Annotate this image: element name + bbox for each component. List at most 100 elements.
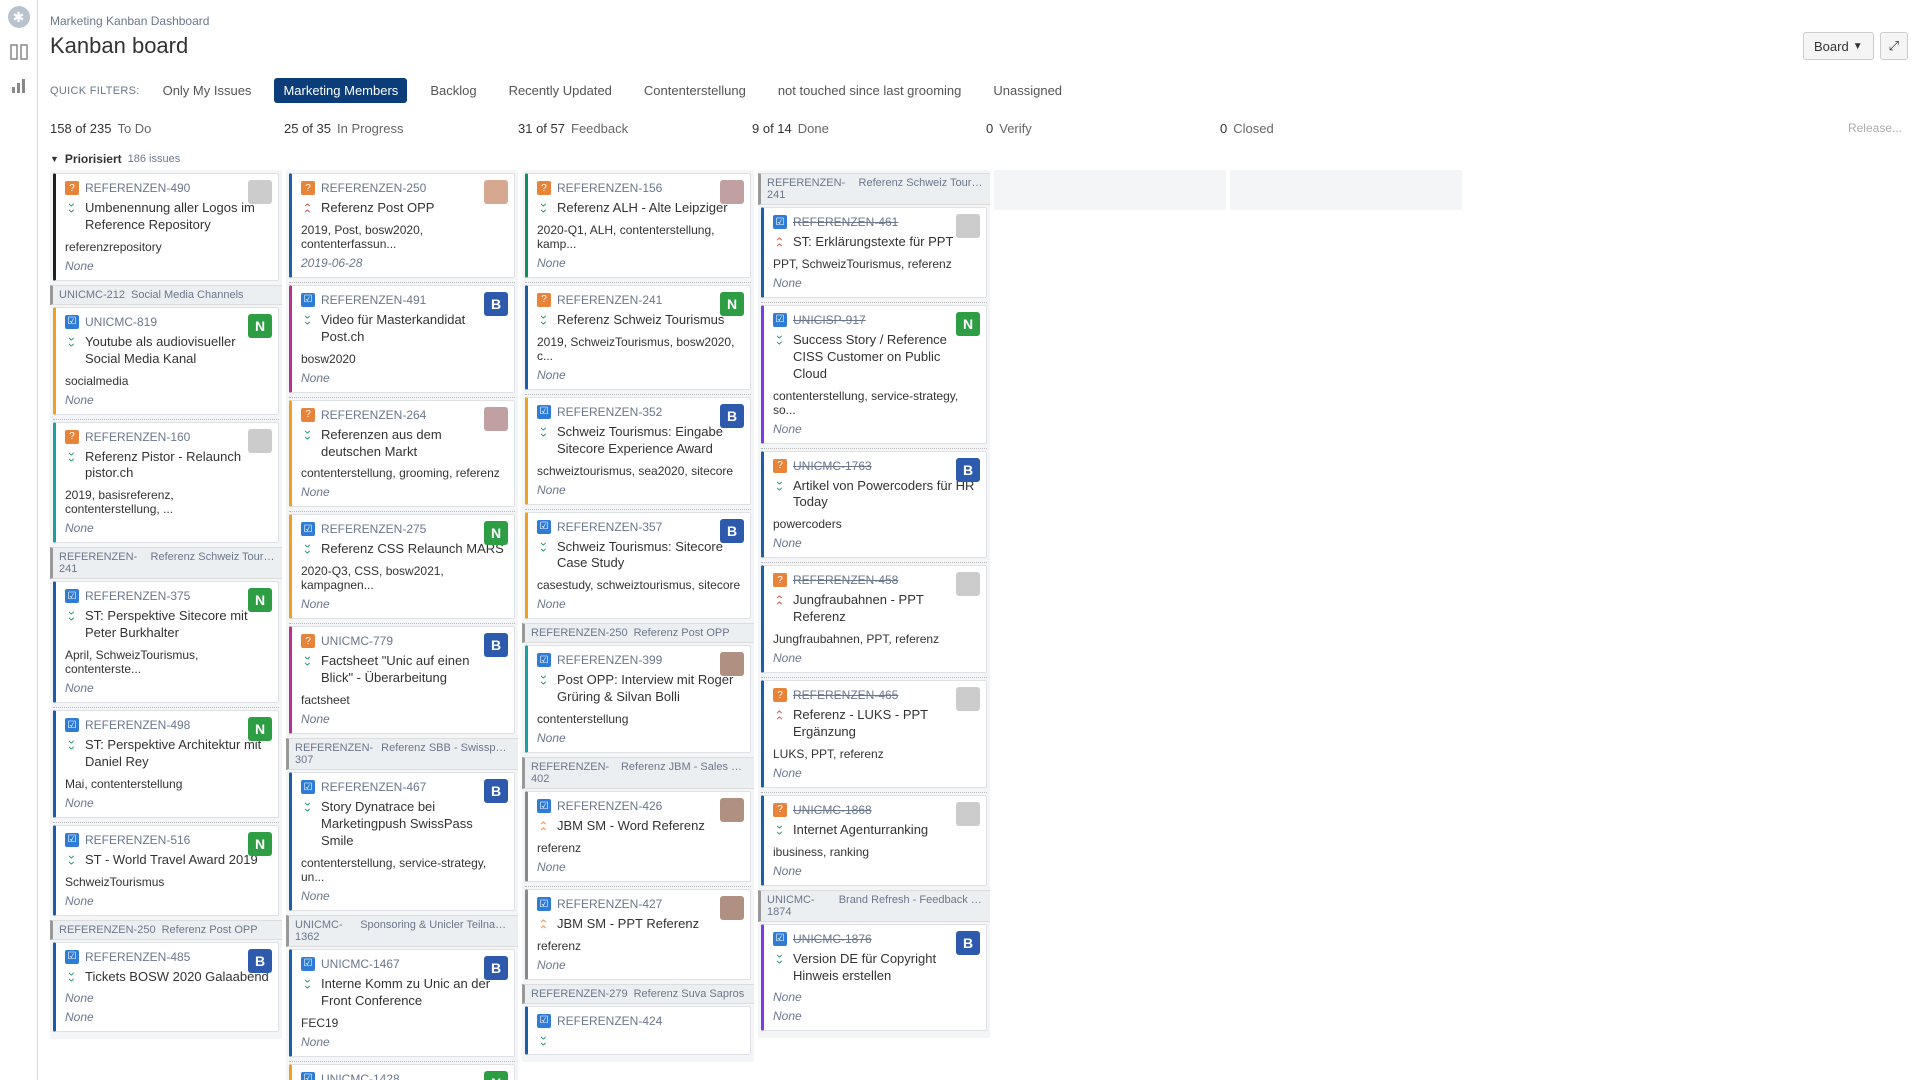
issue-key[interactable]: UNICMC-1467	[321, 957, 400, 971]
issue-key[interactable]: REFERENZEN-241	[557, 293, 662, 307]
assignee-avatar[interactable]: N	[248, 832, 272, 856]
issue-card[interactable]: ☑REFERENZEN-491Video für Masterkandidat …	[289, 285, 515, 393]
issue-card[interactable]: ☑REFERENZEN-498ST: Perspektive Architekt…	[53, 710, 279, 818]
issue-card[interactable]: ☑UNICMC-1876Version DE für Copyright Hin…	[761, 924, 987, 1031]
assignee-avatar[interactable]	[720, 896, 744, 920]
issue-key[interactable]: UNICMC-779	[321, 634, 393, 648]
issue-card[interactable]: ☑REFERENZEN-467Story Dynatrace bei Marke…	[289, 772, 515, 911]
issue-card[interactable]: ☑REFERENZEN-424	[525, 1006, 751, 1055]
filter-only-my-issues[interactable]: Only My Issues	[154, 78, 261, 103]
issue-card[interactable]: ?UNICMC-1763Artikel von Powercoders für …	[761, 451, 987, 559]
issue-card[interactable]: ☑REFERENZEN-275Referenz CSS Relaunch MAR…	[289, 514, 515, 619]
assignee-avatar[interactable]: N	[720, 292, 744, 316]
issue-card[interactable]: ?UNICMC-1868Internet Agenturrankingibusi…	[761, 795, 987, 886]
assignee-avatar[interactable]: N	[248, 314, 272, 338]
issue-key[interactable]: UNICMC-1428	[321, 1072, 400, 1080]
issue-key[interactable]: REFERENZEN-458	[793, 573, 898, 587]
issue-key[interactable]: REFERENZEN-156	[557, 181, 662, 195]
issue-card[interactable]: ☑UNICMC-819Youtube als audiovisueller So…	[53, 307, 279, 415]
filter-recently-updated[interactable]: Recently Updated	[500, 78, 621, 103]
app-logo[interactable]: ✱	[8, 6, 30, 28]
epic-header[interactable]: REFERENZEN-250Referenz Post OPP	[50, 920, 282, 940]
issue-card[interactable]: ?REFERENZEN-458Jungfraubahnen - PPT Refe…	[761, 565, 987, 673]
issue-card[interactable]: ☑REFERENZEN-399Post OPP: Interview mit R…	[525, 645, 751, 753]
column-header-done[interactable]: 9 of 14Done	[752, 121, 984, 136]
issue-card[interactable]: ?UNICMC-779Factsheet "Unic auf einen Bli…	[289, 626, 515, 734]
assignee-avatar[interactable]	[956, 802, 980, 826]
issue-key[interactable]: REFERENZEN-516	[85, 833, 190, 847]
column-header-verify[interactable]: 0Verify	[986, 121, 1218, 136]
assignee-avatar[interactable]	[956, 214, 980, 238]
issue-card[interactable]: ?REFERENZEN-490Umbenennung aller Logos i…	[53, 173, 279, 281]
assignee-avatar[interactable]: B	[484, 633, 508, 657]
assignee-avatar[interactable]: B	[956, 458, 980, 482]
assignee-avatar[interactable]: N	[484, 1071, 508, 1080]
filter-marketing-members[interactable]: Marketing Members	[274, 78, 407, 103]
issue-card[interactable]: ?REFERENZEN-250Referenz Post OPP2019, Po…	[289, 173, 515, 278]
epic-header[interactable]: REFERENZEN-402Referenz JBM - Sales Manua…	[522, 757, 754, 789]
assignee-avatar[interactable]: B	[956, 931, 980, 955]
epic-header[interactable]: UNICMC-1874Brand Refresh - Feedback Gerr…	[758, 890, 990, 922]
issue-key[interactable]: REFERENZEN-427	[557, 897, 662, 911]
assignee-avatar[interactable]: B	[720, 519, 744, 543]
filter-unassigned[interactable]: Unassigned	[984, 78, 1071, 103]
issue-card[interactable]: ☑REFERENZEN-426JBM SM - Word Referenzref…	[525, 791, 751, 882]
assignee-avatar[interactable]: B	[484, 292, 508, 316]
assignee-avatar[interactable]	[248, 429, 272, 453]
epic-header[interactable]: REFERENZEN-279Referenz Suva Sapros	[522, 984, 754, 1004]
assignee-avatar[interactable]: N	[248, 588, 272, 612]
column-header-closed[interactable]: 0Closed Release...	[1220, 121, 1920, 136]
filter-backlog[interactable]: Backlog	[421, 78, 485, 103]
issue-card[interactable]: ☑REFERENZEN-352Schweiz Tourismus: Eingab…	[525, 397, 751, 505]
issue-card[interactable]: ☑REFERENZEN-485Tickets BOSW 2020 Galaabe…	[53, 942, 279, 1032]
assignee-avatar[interactable]	[720, 798, 744, 822]
issue-card[interactable]: ?REFERENZEN-241Referenz Schweiz Tourismu…	[525, 285, 751, 390]
issue-card[interactable]: ☑REFERENZEN-357Schweiz Tourismus: Siteco…	[525, 512, 751, 620]
issue-key[interactable]: UNICISP-917	[793, 313, 866, 327]
epic-header[interactable]: UNICMC-212Social Media Channels	[50, 285, 282, 305]
assignee-avatar[interactable]	[720, 180, 744, 204]
epic-header[interactable]: REFERENZEN-241Referenz Schweiz Tourismus	[758, 173, 990, 205]
epic-header[interactable]: REFERENZEN-307Referenz SBB - Swisspass -…	[286, 738, 518, 770]
issue-key[interactable]: REFERENZEN-375	[85, 589, 190, 603]
assignee-avatar[interactable]: B	[248, 949, 272, 973]
expand-button[interactable]: ⤢	[1880, 32, 1908, 60]
column-header-todo[interactable]: 158 of 235To Do	[50, 121, 282, 136]
issue-card[interactable]: ☑UNICISP-917Success Story / Reference CI…	[761, 305, 987, 444]
assignee-avatar[interactable]	[484, 180, 508, 204]
issue-key[interactable]: REFERENZEN-467	[321, 780, 426, 794]
board-icon[interactable]	[9, 42, 29, 62]
epic-header[interactable]: REFERENZEN-250Referenz Post OPP	[522, 623, 754, 643]
issue-key[interactable]: UNICMC-1868	[793, 803, 872, 817]
assignee-avatar[interactable]	[484, 407, 508, 431]
column-header-inprogress[interactable]: 25 of 35In Progress	[284, 121, 516, 136]
filter-not-touched[interactable]: not touched since last grooming	[769, 78, 971, 103]
issue-key[interactable]: REFERENZEN-357	[557, 520, 662, 534]
issue-card[interactable]: ☑REFERENZEN-461ST: Erklärungstexte für P…	[761, 207, 987, 298]
assignee-avatar[interactable]	[248, 180, 272, 204]
issue-card[interactable]: ☑REFERENZEN-375ST: Perspektive Sitecore …	[53, 581, 279, 703]
issue-card[interactable]: ?REFERENZEN-156Referenz ALH - Alte Leipz…	[525, 173, 751, 278]
issue-key[interactable]: REFERENZEN-498	[85, 718, 190, 732]
assignee-avatar[interactable]: B	[484, 779, 508, 803]
filter-contenterstellung[interactable]: Contenterstellung	[635, 78, 755, 103]
breadcrumb[interactable]: Marketing Kanban Dashboard	[50, 14, 1908, 28]
issue-card[interactable]: ☑UNICMC-1467Interne Komm zu Unic an der …	[289, 949, 515, 1057]
assignee-avatar[interactable]: B	[484, 956, 508, 980]
assignee-avatar[interactable]: N	[484, 521, 508, 545]
issue-key[interactable]: REFERENZEN-465	[793, 688, 898, 702]
swimlane-header[interactable]: ▼ Priorisiert 186 issues	[50, 146, 1920, 170]
release-button[interactable]: Release...	[1848, 121, 1902, 135]
column-header-feedback[interactable]: 31 of 57Feedback	[518, 121, 750, 136]
issue-key[interactable]: REFERENZEN-426	[557, 799, 662, 813]
swimlane-collapse-icon[interactable]: ▼	[50, 154, 59, 164]
board-menu-button[interactable]: Board ▼	[1803, 32, 1874, 60]
assignee-avatar[interactable]	[720, 652, 744, 676]
issue-key[interactable]: REFERENZEN-352	[557, 405, 662, 419]
issue-key[interactable]: REFERENZEN-160	[85, 430, 190, 444]
issue-key[interactable]: REFERENZEN-399	[557, 653, 662, 667]
issue-key[interactable]: REFERENZEN-461	[793, 215, 898, 229]
issue-card[interactable]: ?REFERENZEN-264Referenzen aus dem deutsc…	[289, 400, 515, 508]
issue-key[interactable]: REFERENZEN-491	[321, 293, 426, 307]
issue-key[interactable]: REFERENZEN-264	[321, 408, 426, 422]
